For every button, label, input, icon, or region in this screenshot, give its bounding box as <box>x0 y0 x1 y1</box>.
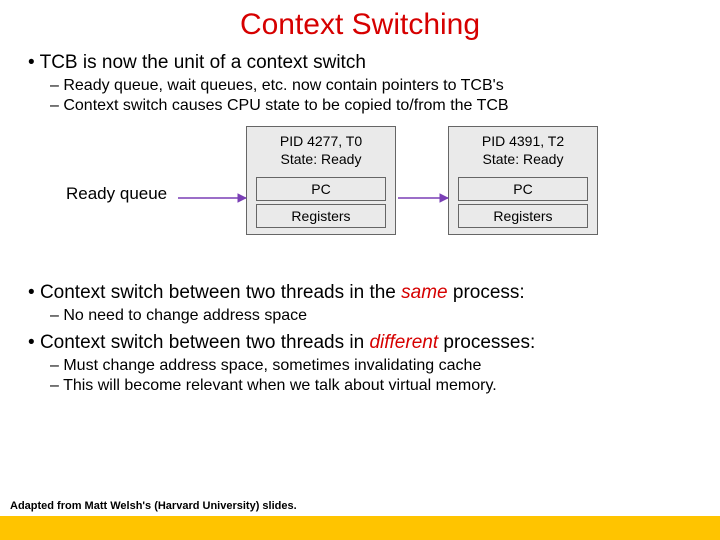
tcb-2-registers: Registers <box>458 204 588 228</box>
ready-queue-diagram: Ready queue PID 4277, T0 State: Ready PC… <box>28 126 692 276</box>
footer-citation: Adapted from Matt Welsh's (Harvard Unive… <box>10 500 297 512</box>
tcb-2-pc: PC <box>458 177 588 201</box>
bullet-1: • TCB is now the unit of a context switc… <box>28 52 692 74</box>
bullet-2-em: same <box>401 282 447 303</box>
tcb-2-header: PID 4391, T2 State: Ready <box>452 130 594 174</box>
bullet-3-sub-1: Must change address space, sometimes inv… <box>50 356 692 376</box>
footer-bar <box>0 516 720 540</box>
bullet-2-pre: Context switch between two threads in th… <box>40 282 401 303</box>
tcb-1-registers: Registers <box>256 204 386 228</box>
bullet-2: • Context switch between two threads in … <box>28 282 692 304</box>
slide-body: • TCB is now the unit of a context switc… <box>0 42 720 396</box>
ready-queue-label: Ready queue <box>66 184 167 204</box>
slide-title: Context Switching <box>0 0 720 42</box>
bullet-1-text: TCB is now the unit of a context switch <box>40 52 366 73</box>
tcb-box-1: PID 4277, T0 State: Ready PC Registers <box>246 126 396 235</box>
bullet-3-pre: Context switch between two threads in <box>40 332 370 353</box>
bullet-3-sub-2: This will become relevant when we talk a… <box>50 376 692 396</box>
bullet-2-post: process: <box>448 282 525 303</box>
tcb-1-pc: PC <box>256 177 386 201</box>
bullet-3-em: different <box>369 332 438 353</box>
bullet-2-sub-1: No need to change address space <box>50 306 692 326</box>
tcb-2-line1: PID 4391, T2 <box>482 133 564 149</box>
bullet-1-sub-2: Context switch causes CPU state to be co… <box>50 96 692 116</box>
tcb-1-header: PID 4277, T0 State: Ready <box>250 130 392 174</box>
bullet-1-sub-1: Ready queue, wait queues, etc. now conta… <box>50 76 692 96</box>
tcb-2-line2: State: Ready <box>483 151 564 167</box>
bullet-3: • Context switch between two threads in … <box>28 332 692 354</box>
tcb-1-line1: PID 4277, T0 <box>280 133 362 149</box>
bullet-3-post: processes: <box>438 332 535 353</box>
tcb-1-line2: State: Ready <box>281 151 362 167</box>
tcb-box-2: PID 4391, T2 State: Ready PC Registers <box>448 126 598 235</box>
